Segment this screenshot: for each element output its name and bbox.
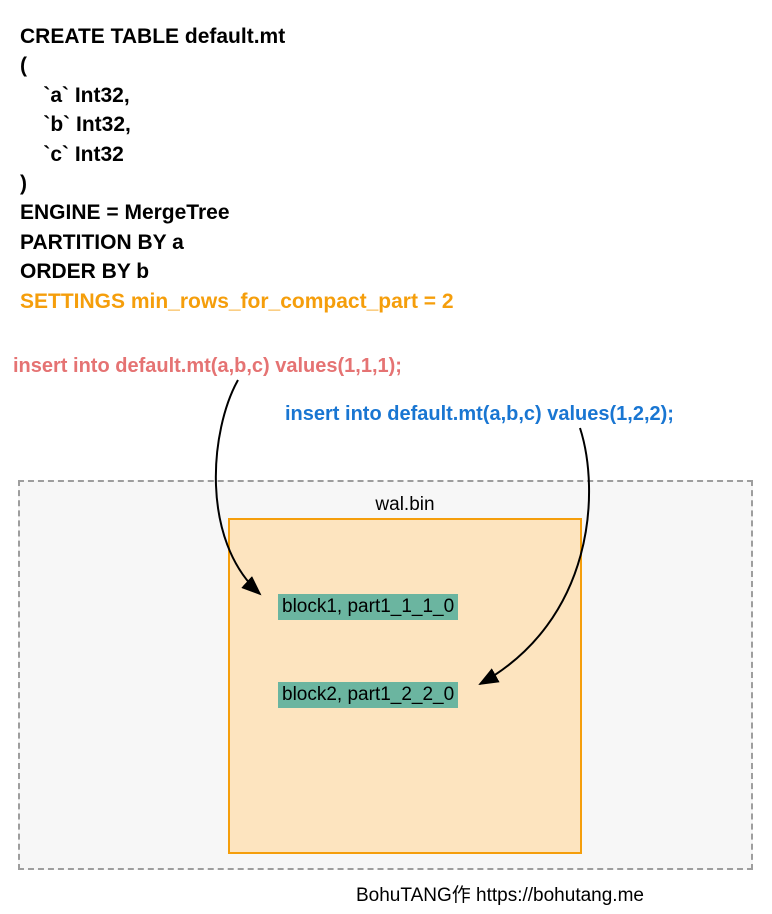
sql-settings-line: SETTINGS min_rows_for_compact_part = 2 [20,290,454,313]
sql-line-1: CREATE TABLE default.mt [20,25,285,48]
sql-line-3: `a` Int32, [20,84,130,107]
storage-container: wal.bin block1, part1_1_1_0 block2, part… [18,480,753,870]
sql-line-6: ) [20,172,27,195]
sql-line-8: PARTITION BY a [20,231,184,254]
sql-line-9: ORDER BY b [20,260,149,283]
create-table-sql: CREATE TABLE default.mt ( `a` Int32, `b`… [20,22,454,316]
wal-block-1: block1, part1_1_1_0 [278,594,458,620]
attribution-text: BohuTANG作 https://bohutang.me [356,880,644,907]
sql-line-4: `b` Int32, [20,113,131,136]
sql-line-2: ( [20,54,27,77]
insert-statement-2: insert into default.mt(a,b,c) values(1,2… [285,403,674,426]
sql-line-7: ENGINE = MergeTree [20,201,230,224]
insert-statement-1: insert into default.mt(a,b,c) values(1,1… [13,355,402,378]
wal-block-2: block2, part1_2_2_0 [278,682,458,708]
wal-file-label: wal.bin [375,494,434,516]
sql-line-5: `c` Int32 [20,143,124,166]
wal-file-box: wal.bin block1, part1_1_1_0 block2, part… [228,518,582,854]
